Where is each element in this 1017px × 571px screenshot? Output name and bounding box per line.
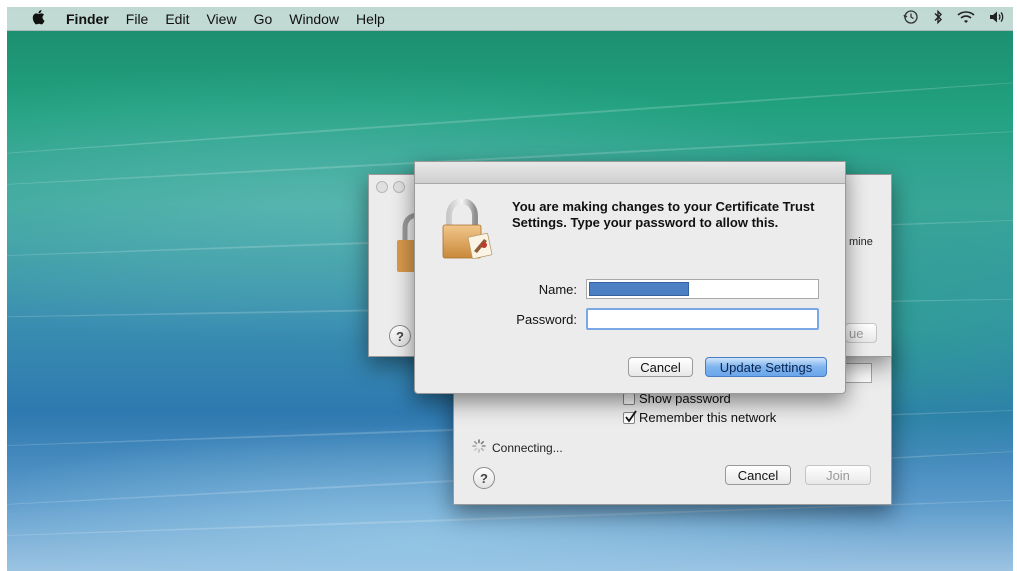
- time-machine-icon[interactable]: [903, 9, 919, 28]
- connecting-status: Connecting...: [472, 439, 563, 456]
- spinner-icon: [472, 439, 486, 456]
- menu-help[interactable]: Help: [356, 11, 385, 27]
- menu-go[interactable]: Go: [254, 11, 273, 27]
- update-settings-button[interactable]: Update Settings: [705, 357, 827, 377]
- name-field[interactable]: [586, 279, 819, 299]
- connecting-text: Connecting...: [492, 440, 563, 455]
- checkbox-unchecked-icon: [623, 392, 635, 405]
- close-window-icon[interactable]: [376, 181, 388, 193]
- menu-window[interactable]: Window: [289, 11, 339, 27]
- menu-app-name[interactable]: Finder: [66, 11, 109, 27]
- password-field[interactable]: [586, 308, 819, 330]
- network-password-field-partial[interactable]: [842, 363, 872, 383]
- network-cancel-button[interactable]: Cancel: [725, 465, 791, 485]
- remember-network-label: Remember this network: [639, 410, 777, 425]
- minimize-window-icon[interactable]: [393, 181, 405, 193]
- window-controls: [376, 181, 405, 193]
- background-help-button[interactable]: ?: [389, 325, 411, 347]
- apple-menu-icon[interactable]: [26, 9, 52, 29]
- password-label: Password:: [516, 312, 577, 327]
- volume-icon[interactable]: [989, 10, 1005, 27]
- dialog-message: You are making changes to your Certifica…: [512, 199, 815, 230]
- menu-file[interactable]: File: [126, 11, 149, 27]
- authorization-dialog: You are making changes to your Certifica…: [414, 161, 846, 394]
- bluetooth-icon[interactable]: [933, 9, 943, 28]
- menu-bar: Finder File Edit View Go Window Help: [7, 7, 1013, 31]
- remember-network-checkbox[interactable]: Remember this network: [623, 409, 777, 425]
- dialog-title-bar: [415, 162, 845, 184]
- name-label: Name:: [538, 282, 577, 297]
- wifi-icon[interactable]: [957, 10, 975, 27]
- lock-icon: [440, 197, 494, 264]
- menu-edit[interactable]: Edit: [165, 11, 189, 27]
- background-partial-text: mine: [849, 236, 873, 248]
- cancel-button[interactable]: Cancel: [628, 357, 693, 377]
- network-join-button[interactable]: Join: [805, 465, 871, 485]
- checkbox-checked-icon: [623, 409, 637, 424]
- name-field-selection: [589, 282, 689, 296]
- network-help-button[interactable]: ?: [473, 467, 495, 489]
- background-partial-button[interactable]: ue: [845, 323, 877, 343]
- menu-view[interactable]: View: [206, 11, 236, 27]
